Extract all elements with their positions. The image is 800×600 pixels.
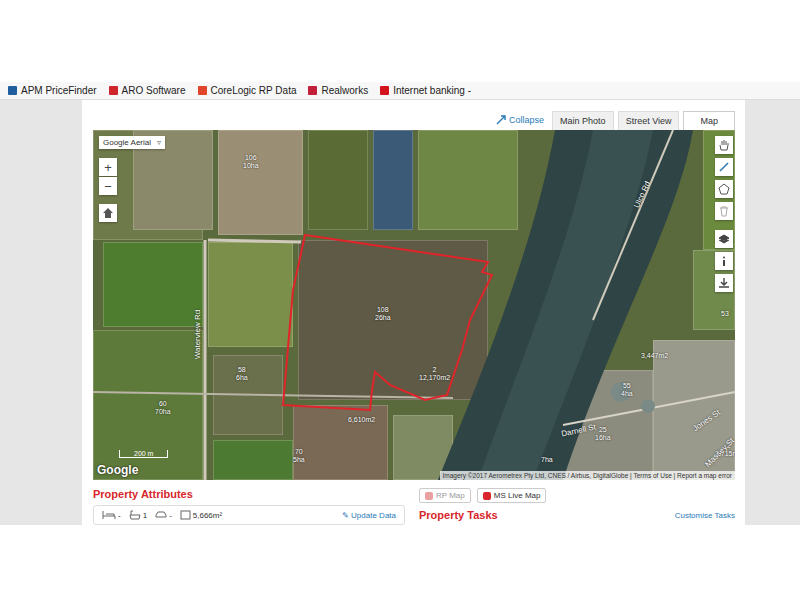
bookmarks-bar: APM PriceFinder ARO Software CoreLogic R… bbox=[0, 82, 800, 100]
map-attribution: Imagery ©2017 Aerometrex Pty Ltd, CNES /… bbox=[440, 471, 735, 480]
bookmark-icon bbox=[109, 86, 118, 95]
collapse-icon bbox=[496, 115, 506, 125]
home-icon bbox=[102, 207, 114, 219]
home-button[interactable] bbox=[99, 204, 117, 222]
bookmark[interactable]: CoreLogic RP Data bbox=[198, 85, 297, 96]
lot-label: 2516ha bbox=[595, 426, 611, 442]
road-label: Waterview Rd bbox=[193, 310, 202, 360]
page: APM PriceFinder ARO Software CoreLogic R… bbox=[0, 0, 800, 600]
field bbox=[298, 240, 488, 400]
lot-label: 705ha bbox=[293, 448, 305, 464]
delete-button[interactable] bbox=[715, 202, 733, 220]
map-link-button[interactable]: RP Map bbox=[419, 488, 471, 503]
map[interactable]: 10610ha 10826ha 212,170m2 586ha 6070ha 6,610m… bbox=[93, 130, 735, 480]
field bbox=[208, 242, 293, 347]
car-attribute: - bbox=[155, 510, 172, 520]
ruler-line-icon bbox=[718, 161, 730, 173]
bookmark[interactable]: APM PriceFinder bbox=[8, 85, 97, 96]
property-tasks-title: Property Tasks bbox=[419, 509, 498, 521]
pan-button[interactable] bbox=[715, 136, 733, 154]
layer-select[interactable]: Google Aerial▿ bbox=[99, 136, 165, 149]
lot-label: 212,170m2 bbox=[419, 366, 450, 382]
land-area-attribute: 5,666m² bbox=[180, 510, 222, 520]
lower-section: Property Attributes - 1 - 5,666m² ✎ Upda… bbox=[93, 480, 735, 525]
field bbox=[418, 130, 518, 230]
zoom-controls: + − bbox=[99, 158, 117, 195]
zoom-in-button[interactable]: + bbox=[99, 158, 117, 176]
lot-label: 6,610m2 bbox=[348, 416, 375, 424]
field bbox=[103, 242, 203, 327]
lot-label: 6070ha bbox=[155, 400, 171, 416]
bookmark[interactable]: Realworks bbox=[308, 85, 368, 96]
info-button[interactable] bbox=[715, 252, 733, 270]
content-area: Collapse Main PhotoStreet ViewMap 10610h… bbox=[0, 100, 800, 525]
lot-label: 53 bbox=[721, 310, 729, 318]
attributes-box: - 1 - 5,666m² ✎ Update Data bbox=[93, 505, 405, 525]
bath-attribute: 1 bbox=[129, 510, 147, 520]
map-link-button[interactable]: MS Live Map bbox=[477, 488, 547, 503]
google-logo: Google bbox=[97, 463, 138, 477]
field bbox=[213, 440, 293, 480]
bookmark-icon bbox=[8, 86, 17, 95]
bookmark[interactable]: Internet banking - bbox=[380, 85, 471, 96]
field bbox=[218, 130, 303, 235]
polygon-icon bbox=[718, 183, 730, 195]
lot-label: 586ha bbox=[236, 366, 248, 382]
view-tab[interactable]: Main Photo bbox=[552, 111, 614, 130]
lot-label: 554ha bbox=[621, 382, 633, 398]
tab-row: Collapse Main PhotoStreet ViewMap bbox=[93, 110, 735, 130]
property-tasks: RP Map MS Live Map Property Tasks Customi… bbox=[419, 488, 735, 525]
polygon-button[interactable] bbox=[715, 180, 733, 198]
update-data-link[interactable]: ✎ Update Data bbox=[342, 511, 396, 520]
property-panel: Collapse Main PhotoStreet ViewMap 10610h… bbox=[82, 100, 745, 525]
bookmark[interactable]: ARO Software bbox=[109, 85, 186, 96]
property-attributes: Property Attributes - 1 - 5,666m² ✎ Upda… bbox=[93, 488, 405, 525]
field bbox=[373, 130, 413, 230]
property-attributes-title: Property Attributes bbox=[93, 488, 405, 500]
map-tools bbox=[715, 136, 733, 292]
bookmark-icon bbox=[308, 86, 317, 95]
field bbox=[653, 340, 735, 480]
view-tab[interactable]: Street View bbox=[618, 111, 680, 130]
customise-tasks-link[interactable]: Customise Tasks bbox=[675, 511, 735, 520]
car-icon bbox=[155, 510, 167, 520]
bookmark-icon bbox=[198, 86, 207, 95]
field bbox=[308, 130, 368, 230]
tasks-header: Property Tasks Customise Tasks bbox=[419, 509, 735, 521]
lot-label: 3,447m2 bbox=[641, 352, 668, 360]
layers-icon bbox=[718, 233, 730, 245]
lot-label: 7ha bbox=[541, 456, 553, 464]
view-tab[interactable]: Map bbox=[683, 111, 735, 130]
zoom-out-button[interactable]: − bbox=[99, 177, 117, 195]
land-icon bbox=[180, 510, 191, 520]
collapse-link[interactable]: Collapse bbox=[496, 115, 544, 125]
hand-icon bbox=[718, 139, 730, 151]
bookmark-icon bbox=[380, 86, 389, 95]
bath-icon bbox=[129, 510, 141, 520]
bed-attribute: - bbox=[102, 510, 121, 520]
bed-icon bbox=[102, 510, 116, 520]
map-buttons: RP Map MS Live Map bbox=[419, 488, 735, 503]
map-scale: 200 m bbox=[119, 450, 168, 458]
lot-label: 10826ha bbox=[375, 306, 391, 322]
trash-icon bbox=[718, 205, 730, 217]
lot-label: 10610ha bbox=[243, 154, 259, 170]
download-button[interactable] bbox=[715, 274, 733, 292]
info-icon bbox=[718, 255, 730, 267]
download-icon bbox=[718, 277, 730, 289]
map-overlay bbox=[93, 130, 735, 480]
plus-icon bbox=[425, 492, 433, 500]
top-space bbox=[0, 0, 800, 82]
layers-button[interactable] bbox=[715, 230, 733, 248]
plus-icon bbox=[483, 492, 491, 500]
measure-button[interactable] bbox=[715, 158, 733, 176]
